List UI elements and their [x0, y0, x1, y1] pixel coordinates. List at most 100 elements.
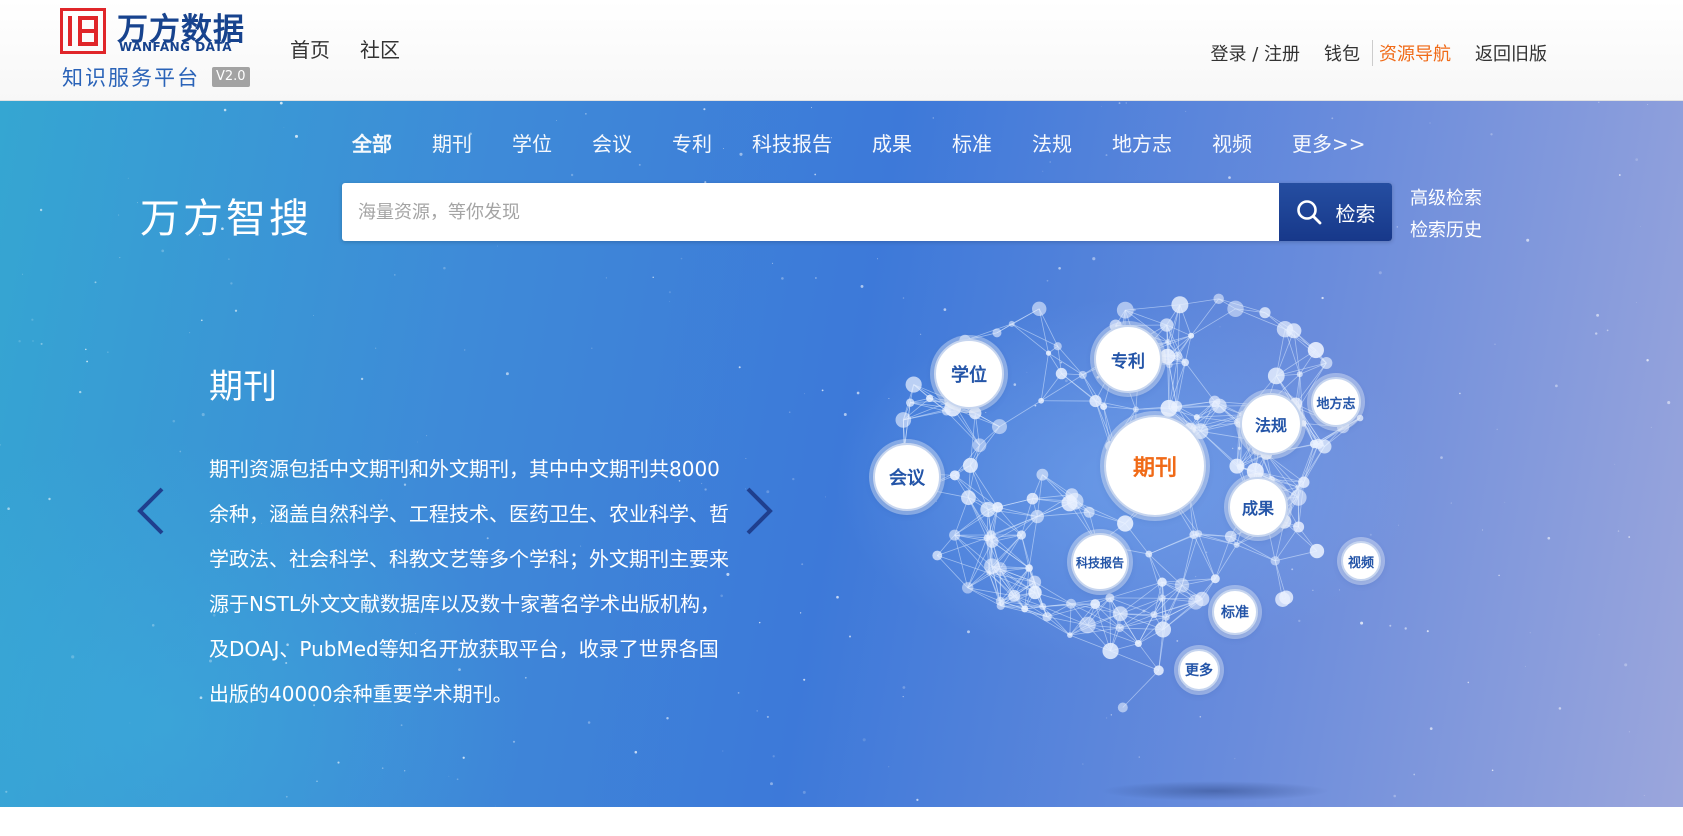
nav-community-link[interactable]: 社区	[360, 34, 400, 63]
star-dot	[1667, 401, 1671, 405]
search-box: 检索	[342, 183, 1392, 241]
star-dot	[916, 798, 919, 802]
star-dot	[18, 339, 21, 343]
search-side-links: 高级检索 检索历史	[1410, 183, 1482, 247]
star-dot	[497, 245, 498, 247]
network-node	[1160, 399, 1178, 417]
star-dot	[703, 108, 706, 111]
site-logo[interactable]: 万方数据 WANFANG DATA 知识服务平台 V2.0	[60, 6, 260, 90]
star-dot	[815, 277, 817, 279]
user-nav: 登录 / 注册 钱包 资源导航 返回旧版	[1210, 40, 1547, 66]
star-dot	[738, 366, 741, 369]
network-node	[1293, 521, 1305, 533]
search-button[interactable]: 检索	[1279, 183, 1392, 241]
network-node	[961, 582, 974, 594]
network-node	[992, 328, 1002, 338]
bubble-standard[interactable]: 标准	[1212, 589, 1258, 635]
network-link	[970, 413, 976, 466]
bubble-more[interactable]: 更多	[1178, 649, 1220, 691]
star-dot	[1498, 574, 1500, 577]
network-node	[1270, 556, 1280, 566]
search-history-link[interactable]: 检索历史	[1410, 215, 1482, 247]
star-dot	[788, 411, 791, 413]
network-node	[1112, 606, 1128, 622]
star-dot	[48, 497, 51, 501]
tab-journal[interactable]: 期刊	[432, 128, 472, 157]
network-node	[1078, 370, 1087, 379]
hero-banner: 全部 期刊 学位 会议 专利 科技报告 成果 标准 法规 地方志 视频 更多>>…	[0, 101, 1683, 807]
star-dot	[1101, 106, 1102, 107]
tab-video[interactable]: 视频	[1212, 128, 1252, 157]
bubble-law[interactable]: 法规	[1240, 393, 1302, 455]
login-register-link[interactable]: 登录 / 注册	[1210, 40, 1300, 66]
star-dot	[426, 435, 428, 437]
star-dot	[652, 276, 654, 279]
star-dot	[1624, 663, 1628, 667]
tab-tech-report[interactable]: 科技报告	[752, 128, 832, 157]
chevron-right-icon[interactable]	[738, 481, 778, 541]
bubble-journal-main[interactable]: 期刊	[1104, 415, 1206, 517]
bubble-conference[interactable]: 会议	[873, 443, 941, 511]
tab-more[interactable]: 更多>>	[1292, 128, 1366, 157]
star-dot	[1491, 769, 1494, 772]
network-node	[1313, 438, 1324, 449]
network-node	[1309, 543, 1325, 559]
search-button-label: 检索	[1335, 203, 1376, 226]
chevron-left-icon[interactable]	[132, 481, 172, 541]
old-version-link[interactable]: 返回旧版	[1475, 40, 1547, 66]
network-node	[1008, 589, 1021, 602]
star-dot	[1526, 238, 1530, 242]
resource-nav-link[interactable]: 资源导航	[1372, 40, 1451, 66]
tab-regional[interactable]: 地方志	[1112, 128, 1172, 157]
network-node	[1132, 406, 1139, 413]
network-node	[926, 394, 934, 402]
star-dot	[1490, 133, 1493, 136]
bubble-patent[interactable]: 专利	[1094, 325, 1162, 393]
star-dot	[821, 389, 824, 392]
network-node	[1171, 296, 1189, 314]
network-node	[1150, 611, 1158, 619]
star-dot	[591, 347, 593, 349]
nav-home-link[interactable]: 首页	[290, 34, 330, 63]
network-node	[1090, 599, 1101, 609]
network-node	[1259, 307, 1271, 319]
star-dot	[7, 507, 10, 511]
bubble-tech-report[interactable]: 科技报告	[1071, 533, 1129, 591]
search-input[interactable]	[342, 183, 1278, 241]
network-link	[1193, 534, 1216, 579]
tab-all[interactable]: 全部	[352, 128, 392, 157]
network-node	[1276, 320, 1294, 338]
network-link	[1011, 323, 1058, 347]
star-dot	[803, 678, 806, 681]
tab-conference[interactable]: 会议	[592, 128, 632, 157]
star-dot	[294, 134, 299, 138]
search-brand-title: 万方智搜	[140, 196, 312, 242]
bubble-degree[interactable]: 学位	[934, 339, 1004, 409]
bubble-regional[interactable]: 地方志	[1311, 377, 1361, 427]
network-node	[1267, 367, 1285, 385]
tab-patent[interactable]: 专利	[672, 128, 712, 157]
star-dot	[32, 340, 34, 342]
network-node	[1008, 320, 1015, 327]
tab-degree[interactable]: 学位	[512, 128, 552, 157]
tab-standard[interactable]: 标准	[952, 128, 992, 157]
network-link	[954, 534, 969, 588]
star-dot	[1555, 384, 1558, 388]
advanced-search-link[interactable]: 高级检索	[1410, 183, 1482, 215]
star-dot	[31, 318, 34, 321]
bubble-video[interactable]: 视频	[1341, 541, 1381, 581]
network-node	[991, 419, 1007, 435]
star-dot	[587, 721, 591, 724]
tab-result[interactable]: 成果	[872, 128, 912, 157]
bubble-result[interactable]: 成果	[1228, 477, 1288, 537]
tab-law[interactable]: 法规	[1032, 128, 1072, 157]
brain-shadow	[1100, 781, 1330, 801]
slide-description: 期刊资源包括中文期刊和外文期刊，其中中文期刊共8000余种，涵盖自然科学、工程技…	[209, 457, 729, 706]
star-dot	[1429, 122, 1431, 124]
star-dot	[129, 722, 131, 724]
star-dot	[932, 117, 935, 119]
wallet-link[interactable]: 钱包	[1324, 40, 1360, 66]
network-node	[1356, 414, 1364, 422]
star-dot	[172, 419, 176, 423]
star-dot	[462, 756, 465, 759]
